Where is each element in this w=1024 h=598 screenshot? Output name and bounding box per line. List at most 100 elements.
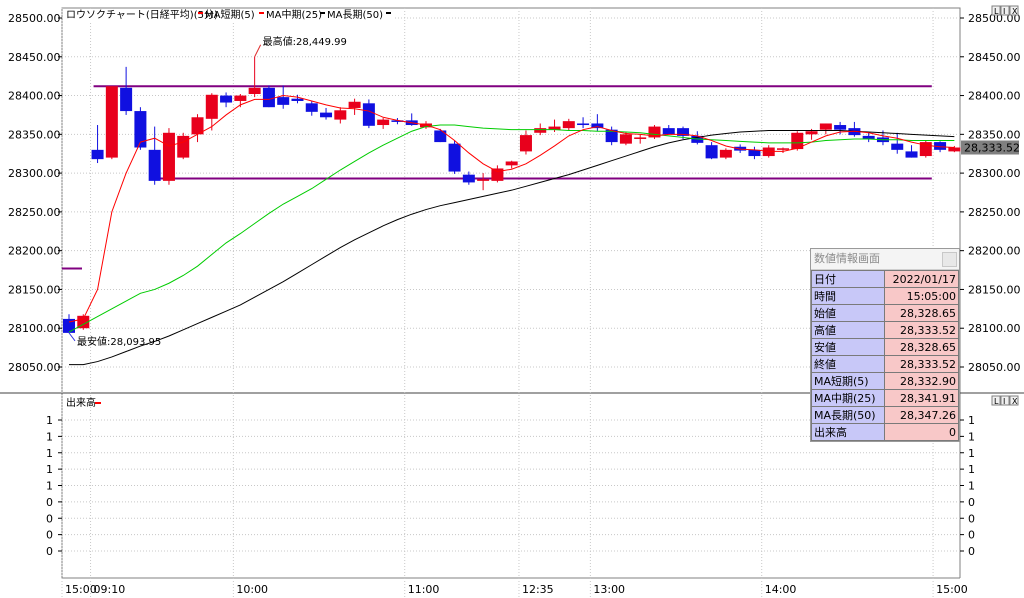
candle[interactable] — [434, 128, 447, 143]
volume-y-tick-label-right: 1 — [968, 463, 975, 476]
candle[interactable] — [448, 140, 461, 174]
candle[interactable] — [648, 125, 661, 139]
candle[interactable] — [134, 107, 147, 150]
info-row-value: 28,333.52 — [884, 321, 959, 339]
candle-body — [205, 94, 218, 119]
y-tick-label-right: 28250.00 — [968, 206, 1021, 219]
candle-body — [377, 119, 390, 126]
y-tick-label-right: 28050.00 — [968, 361, 1021, 374]
x-tick-label: 14:00 — [765, 583, 797, 596]
volume-y-tick-label-left: 1 — [46, 414, 53, 427]
close-icon[interactable] — [942, 252, 957, 267]
last-price-label: 28,333.52 — [964, 142, 1020, 155]
candle-body — [777, 148, 789, 150]
x-tick-label: 15:00 — [65, 583, 97, 596]
info-row-value: 28,333.52 — [884, 355, 959, 373]
x-tick-label: 11:00 — [408, 583, 440, 596]
candle-body — [334, 110, 347, 120]
info-row-value: 28,328.65 — [884, 304, 959, 322]
info-row-value: 15:05:00 — [884, 287, 959, 305]
y-tick-label-right: 28100.00 — [968, 322, 1021, 335]
info-row: MA短期(5) 28,332.90 — [811, 372, 959, 390]
info-row: MA長期(50) 28,347.26 — [811, 406, 959, 424]
pane-button-l[interactable]: L — [991, 395, 1001, 406]
info-row-label: MA短期(5) — [811, 372, 885, 390]
info-panel[interactable]: 数値情報画面 日付 2022/01/17 時間 15:05:00 始値 28,328.65… — [810, 248, 960, 442]
candle-body — [162, 132, 175, 181]
pane-button-label: L — [994, 7, 999, 16]
low-annotation: 最安値:28,093.95 — [77, 335, 161, 348]
candle[interactable] — [162, 128, 175, 185]
candle-body — [362, 103, 375, 126]
x-tick-label: 15:00 — [936, 583, 968, 596]
candle-body — [562, 121, 575, 129]
volume-y-tick-label-right: 0 — [968, 496, 975, 509]
legend-label: MA長期(50) — [327, 9, 383, 21]
info-row: MA中期(25) 28,341.91 — [811, 389, 959, 407]
info-row-value: 0 — [884, 423, 959, 441]
volume-y-tick-label-right: 1 — [968, 430, 975, 443]
legend-label: MA中期(25) — [266, 8, 322, 21]
info-row-value: 28,347.26 — [884, 406, 959, 424]
candle[interactable] — [262, 85, 275, 108]
info-row-label: 高値 — [811, 321, 885, 339]
candle-body — [320, 112, 333, 118]
volume-y-tick-label-left: 0 — [46, 496, 53, 509]
candle[interactable] — [719, 148, 732, 160]
candle-body — [477, 179, 490, 181]
info-row: 日付 2022/01/17 — [811, 270, 959, 288]
candle-body — [291, 98, 304, 101]
y-tick-label-right: 28150.00 — [968, 283, 1021, 296]
candle-body — [220, 95, 233, 103]
x-tick-label: 09:10 — [94, 583, 126, 596]
info-row-label: 出来高 — [811, 423, 885, 441]
info-row: 出来高 0 — [811, 423, 959, 441]
info-row-label: 時間 — [811, 287, 885, 305]
pane-button-label: I — [1003, 397, 1005, 406]
info-panel-title-bar[interactable]: 数値情報画面 — [811, 249, 959, 270]
candle[interactable] — [177, 132, 190, 160]
candle[interactable] — [919, 140, 932, 158]
candle-body — [348, 101, 361, 108]
y-tick-label-right: 28200.00 — [968, 245, 1021, 258]
candle[interactable] — [362, 99, 375, 129]
volume-y-tick-label-right: 1 — [968, 480, 975, 493]
info-row-value: 28,341.91 — [884, 389, 959, 407]
candle-body — [105, 86, 118, 158]
info-row-label: 終値 — [811, 355, 885, 373]
pane-button-i[interactable]: I — [1000, 5, 1010, 16]
y-tick-label-right: 28300.00 — [968, 167, 1021, 180]
volume-title: 出来高 — [66, 396, 96, 409]
info-row: 安値 28,328.65 — [811, 338, 959, 356]
candle[interactable] — [791, 131, 804, 151]
candle-body — [619, 134, 632, 144]
pane-button-x[interactable]: X — [1009, 5, 1019, 16]
volume-y-tick-label-right: 0 — [968, 545, 975, 558]
volume-y-tick-label-left: 1 — [46, 463, 53, 476]
candle-body — [905, 151, 918, 158]
y-tick-label-left: 28400.00 — [8, 90, 61, 103]
legend-label: MA短期(5) — [205, 8, 255, 21]
pane-button-label: X — [1012, 397, 1018, 406]
candle-body — [805, 131, 818, 135]
y-tick-label-right: 28400.00 — [968, 90, 1021, 103]
x-tick-label: 12:35 — [522, 583, 554, 596]
pane-button-label: X — [1012, 7, 1018, 16]
high-annotation: 最高値:28,449.99 — [263, 35, 347, 48]
candle-body — [262, 87, 275, 108]
volume-y-tick-label-left: 1 — [46, 430, 53, 443]
candle-body — [491, 168, 504, 181]
candle-body — [577, 123, 590, 126]
volume-y-tick-label-left: 1 — [46, 480, 53, 493]
chart-title: ロウソクチャート(日経平均)(5分) — [66, 8, 218, 21]
info-row-label: 安値 — [811, 338, 885, 356]
volume-y-tick-label-left: 0 — [46, 545, 53, 558]
candle-body — [91, 149, 104, 160]
x-tick-label: 13:00 — [593, 583, 625, 596]
volume-y-tick-label-right: 1 — [968, 414, 975, 427]
candle[interactable] — [105, 86, 118, 160]
candle-body — [120, 87, 133, 112]
pane-button-l[interactable]: L — [991, 5, 1001, 16]
pane-button-i[interactable]: I — [1000, 395, 1010, 406]
pane-button-x[interactable]: X — [1009, 395, 1019, 406]
